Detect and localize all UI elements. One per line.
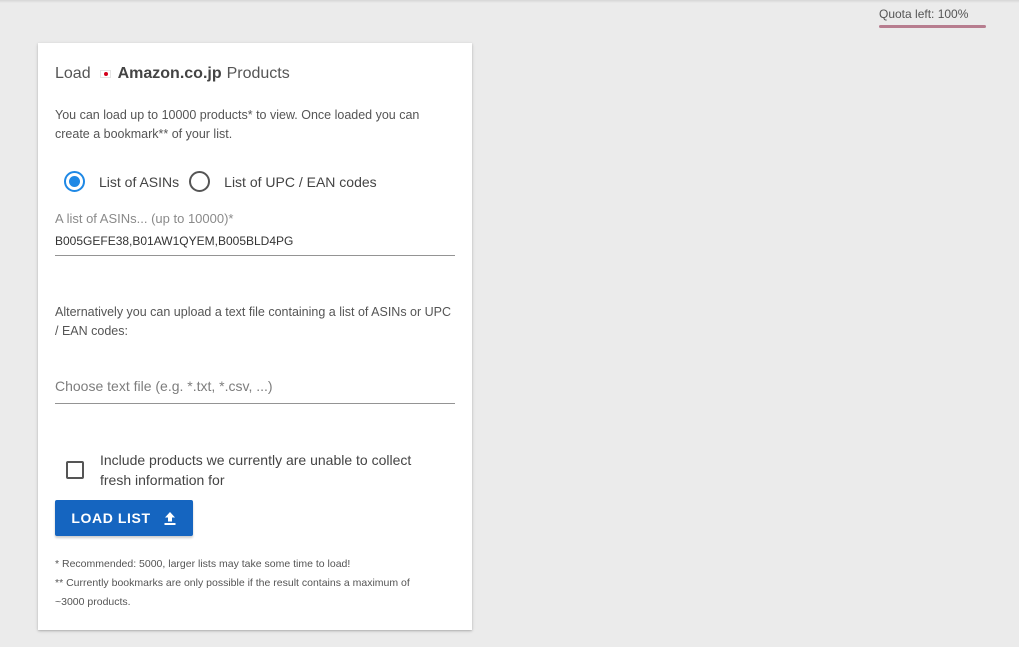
radio-checked-icon[interactable] xyxy=(64,171,85,192)
japan-flag-icon xyxy=(99,70,111,78)
radio-list-of-upc-ean[interactable]: List of UPC / EAN codes xyxy=(189,171,377,192)
title-prefix: Load xyxy=(55,65,91,82)
top-shadow xyxy=(0,0,1019,3)
include-unavailable-label: Include products we currently are unable… xyxy=(100,452,412,488)
radio-label-asins: List of ASINs xyxy=(99,173,180,190)
quota-indicator: Quota left: 100% xyxy=(879,7,969,21)
footnotes: * Recommended: 5000, larger lists may ta… xyxy=(55,555,435,612)
upload-alternative-text: Alternatively you can upload a text file… xyxy=(55,305,452,338)
load-list-button[interactable]: LOAD LIST xyxy=(55,500,193,536)
input-type-radio-group: List of ASINs List of UPC / EAN codes xyxy=(64,171,377,192)
intro-text: You can load up to 10000 products* to vi… xyxy=(55,108,420,141)
title-suffix: Products xyxy=(226,65,290,82)
upload-icon xyxy=(163,511,177,526)
radio-label-upc-ean: List of UPC / EAN codes xyxy=(224,173,377,190)
footnote-bookmarks: ** Currently bookmarks are only possible… xyxy=(55,577,410,608)
load-list-label: LOAD LIST xyxy=(71,510,151,526)
radio-unchecked-icon[interactable] xyxy=(189,171,211,192)
include-unavailable-checkbox[interactable] xyxy=(66,461,84,479)
file-upload-input[interactable]: Choose text file (e.g. *.txt, *.csv, ...… xyxy=(55,374,455,404)
radio-list-of-asins[interactable]: List of ASINs xyxy=(64,171,179,192)
marketplace-name: Amazon.co.jp xyxy=(117,65,222,82)
asin-list-input[interactable] xyxy=(55,231,455,256)
card-title: Load Amazon.co.jp Products xyxy=(55,65,290,83)
load-products-card: Load Amazon.co.jp Products You can load … xyxy=(38,43,472,630)
footnote-recommended: * Recommended: 5000, larger lists may ta… xyxy=(55,558,351,570)
file-input-placeholder: Choose text file (e.g. *.txt, *.csv, ...… xyxy=(55,378,273,394)
asin-field-label: A list of ASINs... (up to 10000)* xyxy=(55,211,234,226)
include-unavailable-checkbox-row[interactable]: Include products we currently are unable… xyxy=(66,450,440,490)
quota-bar xyxy=(879,25,986,28)
